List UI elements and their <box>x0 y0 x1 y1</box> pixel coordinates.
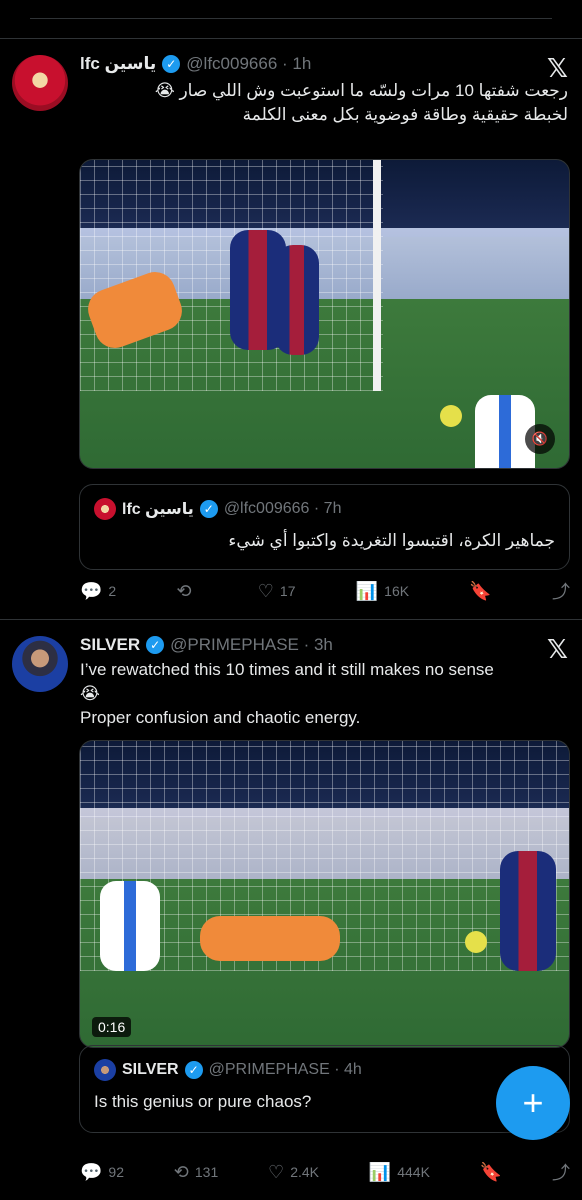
share-button[interactable]: ⤴ <box>552 1159 570 1185</box>
view-count: 16K <box>384 583 410 599</box>
tweet-text-line-3: Proper confusion and chaotic energy. <box>80 708 361 727</box>
views-icon: 📊 <box>355 580 379 601</box>
like-button[interactable]: ♡ 17 <box>258 581 296 602</box>
repost-icon: ⟲ <box>176 580 192 601</box>
bookmark-button[interactable]: 🔖 <box>469 581 491 602</box>
video-duration: 0:16 <box>92 1017 132 1037</box>
share-icon: ⤴ <box>551 1163 570 1183</box>
quote-avatar <box>94 1059 116 1081</box>
player <box>100 881 160 971</box>
share-icon: ⤴ <box>551 582 570 602</box>
quote-handle-and-time: @PRIMEPHASE · 4h <box>208 1061 362 1078</box>
quote-author-name: lfc ياسين <box>122 501 194 518</box>
tweet-text-line-2: 😭 <box>80 684 100 703</box>
tweet-actions: 💬 2 ⟲ ♡ 17 📊 16K 🔖 ⤴ <box>80 579 570 603</box>
reply-icon: 💬 <box>80 1161 103 1182</box>
quote-header: lfc ياسين ✓ @lfc009666 · 7h <box>94 497 341 521</box>
timeline: lfc ياسين ✓ @lfc009666 · 1h 𝕏 رجعت شفتها… <box>0 0 582 1200</box>
quoted-tweet[interactable]: lfc ياسين ✓ @lfc009666 · 7h جماهير الكرة… <box>79 484 570 570</box>
share-button[interactable]: ⤴ <box>552 578 570 604</box>
author-name[interactable]: lfc ياسين <box>80 54 156 74</box>
tweet-header: SILVER ✓ @PRIMEPHASE · 3h <box>80 632 570 658</box>
reply-icon: 💬 <box>80 580 103 601</box>
avatar[interactable] <box>12 55 68 111</box>
reply-button[interactable]: 💬 92 <box>80 1162 124 1183</box>
like-count: 2.4K <box>290 1164 319 1180</box>
quote-text: جماهير الكرة، اقتبسوا التغريدة واكتبوا أ… <box>228 531 555 550</box>
top-divider-area <box>0 0 582 39</box>
verified-badge-icon: ✓ <box>184 1061 203 1079</box>
views-icon: 📊 <box>368 1161 392 1182</box>
bookmark-button[interactable]: 🔖 <box>480 1162 502 1183</box>
player <box>275 245 319 355</box>
view-count: 444K <box>397 1164 430 1180</box>
reply-button[interactable]: 💬 2 <box>80 581 116 602</box>
verified-badge-icon: ✓ <box>162 55 181 73</box>
tweet-1[interactable]: lfc ياسين ✓ @lfc009666 · 1h 𝕏 رجعت شفتها… <box>0 39 582 620</box>
handle-and-time[interactable]: @lfc009666 · 1h <box>186 54 311 74</box>
quoted-tweet[interactable]: SILVER ✓ @PRIMEPHASE · 4h Is this genius… <box>79 1045 570 1133</box>
tweet-text-line-1: رجعت شفتها 10 مرات ولسّه ما استوعبت وش ا… <box>154 81 568 100</box>
tweet-text-line-1: I’ve rewatched this 10 times and it stil… <box>80 660 494 679</box>
player <box>500 851 556 971</box>
repost-button[interactable]: ⟲ 131 <box>174 1162 218 1183</box>
tweet-2[interactable]: SILVER ✓ @PRIMEPHASE · 3h 𝕏 I’ve rewatch… <box>0 620 582 1200</box>
reply-count: 2 <box>108 583 117 599</box>
ball <box>440 405 462 427</box>
views-button[interactable]: 📊 444K <box>369 1162 430 1183</box>
bookmark-icon: 🔖 <box>469 580 492 601</box>
verified-badge-icon: ✓ <box>146 636 165 654</box>
divider <box>30 18 552 19</box>
ball <box>465 931 487 953</box>
repost-count: 131 <box>194 1164 219 1180</box>
avatar[interactable] <box>12 636 68 692</box>
like-button[interactable]: ♡ 2.4K <box>268 1162 319 1183</box>
like-count: 17 <box>279 583 296 599</box>
quote-author-name: SILVER <box>122 1061 179 1078</box>
tweet-actions: 💬 92 ⟲ 131 ♡ 2.4K 📊 444K 🔖 ⤴ <box>80 1160 570 1184</box>
heart-icon: ♡ <box>268 1161 285 1182</box>
mute-icon[interactable]: 🔇 <box>525 424 555 454</box>
quote-header: SILVER ✓ @PRIMEPHASE · 4h <box>94 1058 362 1082</box>
bookmark-icon: 🔖 <box>479 1161 503 1182</box>
quote-handle-and-time: @lfc009666 · 7h <box>223 500 342 517</box>
video-media[interactable]: 0:16 <box>79 740 570 1048</box>
repost-button[interactable]: ⟲ <box>176 581 197 602</box>
quote-avatar <box>94 498 116 520</box>
video-media[interactable]: 🔇 <box>79 159 570 469</box>
reply-count: 92 <box>108 1164 124 1180</box>
tweet-header: lfc ياسين ✓ @lfc009666 · 1h <box>80 51 570 77</box>
handle-and-time[interactable]: @PRIMEPHASE · 3h <box>170 635 333 655</box>
goalkeeper <box>200 916 340 961</box>
goal-post <box>373 160 382 391</box>
heart-icon: ♡ <box>257 580 274 601</box>
views-button[interactable]: 📊 16K <box>356 581 409 602</box>
author-name[interactable]: SILVER <box>80 635 140 655</box>
compose-button[interactable]: + <box>496 1066 570 1140</box>
quote-text: Is this genius or pure chaos? <box>94 1092 312 1111</box>
verified-badge-icon: ✓ <box>199 500 218 518</box>
tweet-text-line-2: لخبطة حقيقية وطاقة فوضوية بكل معنى الكلم… <box>242 105 568 124</box>
repost-icon: ⟲ <box>173 1161 189 1182</box>
